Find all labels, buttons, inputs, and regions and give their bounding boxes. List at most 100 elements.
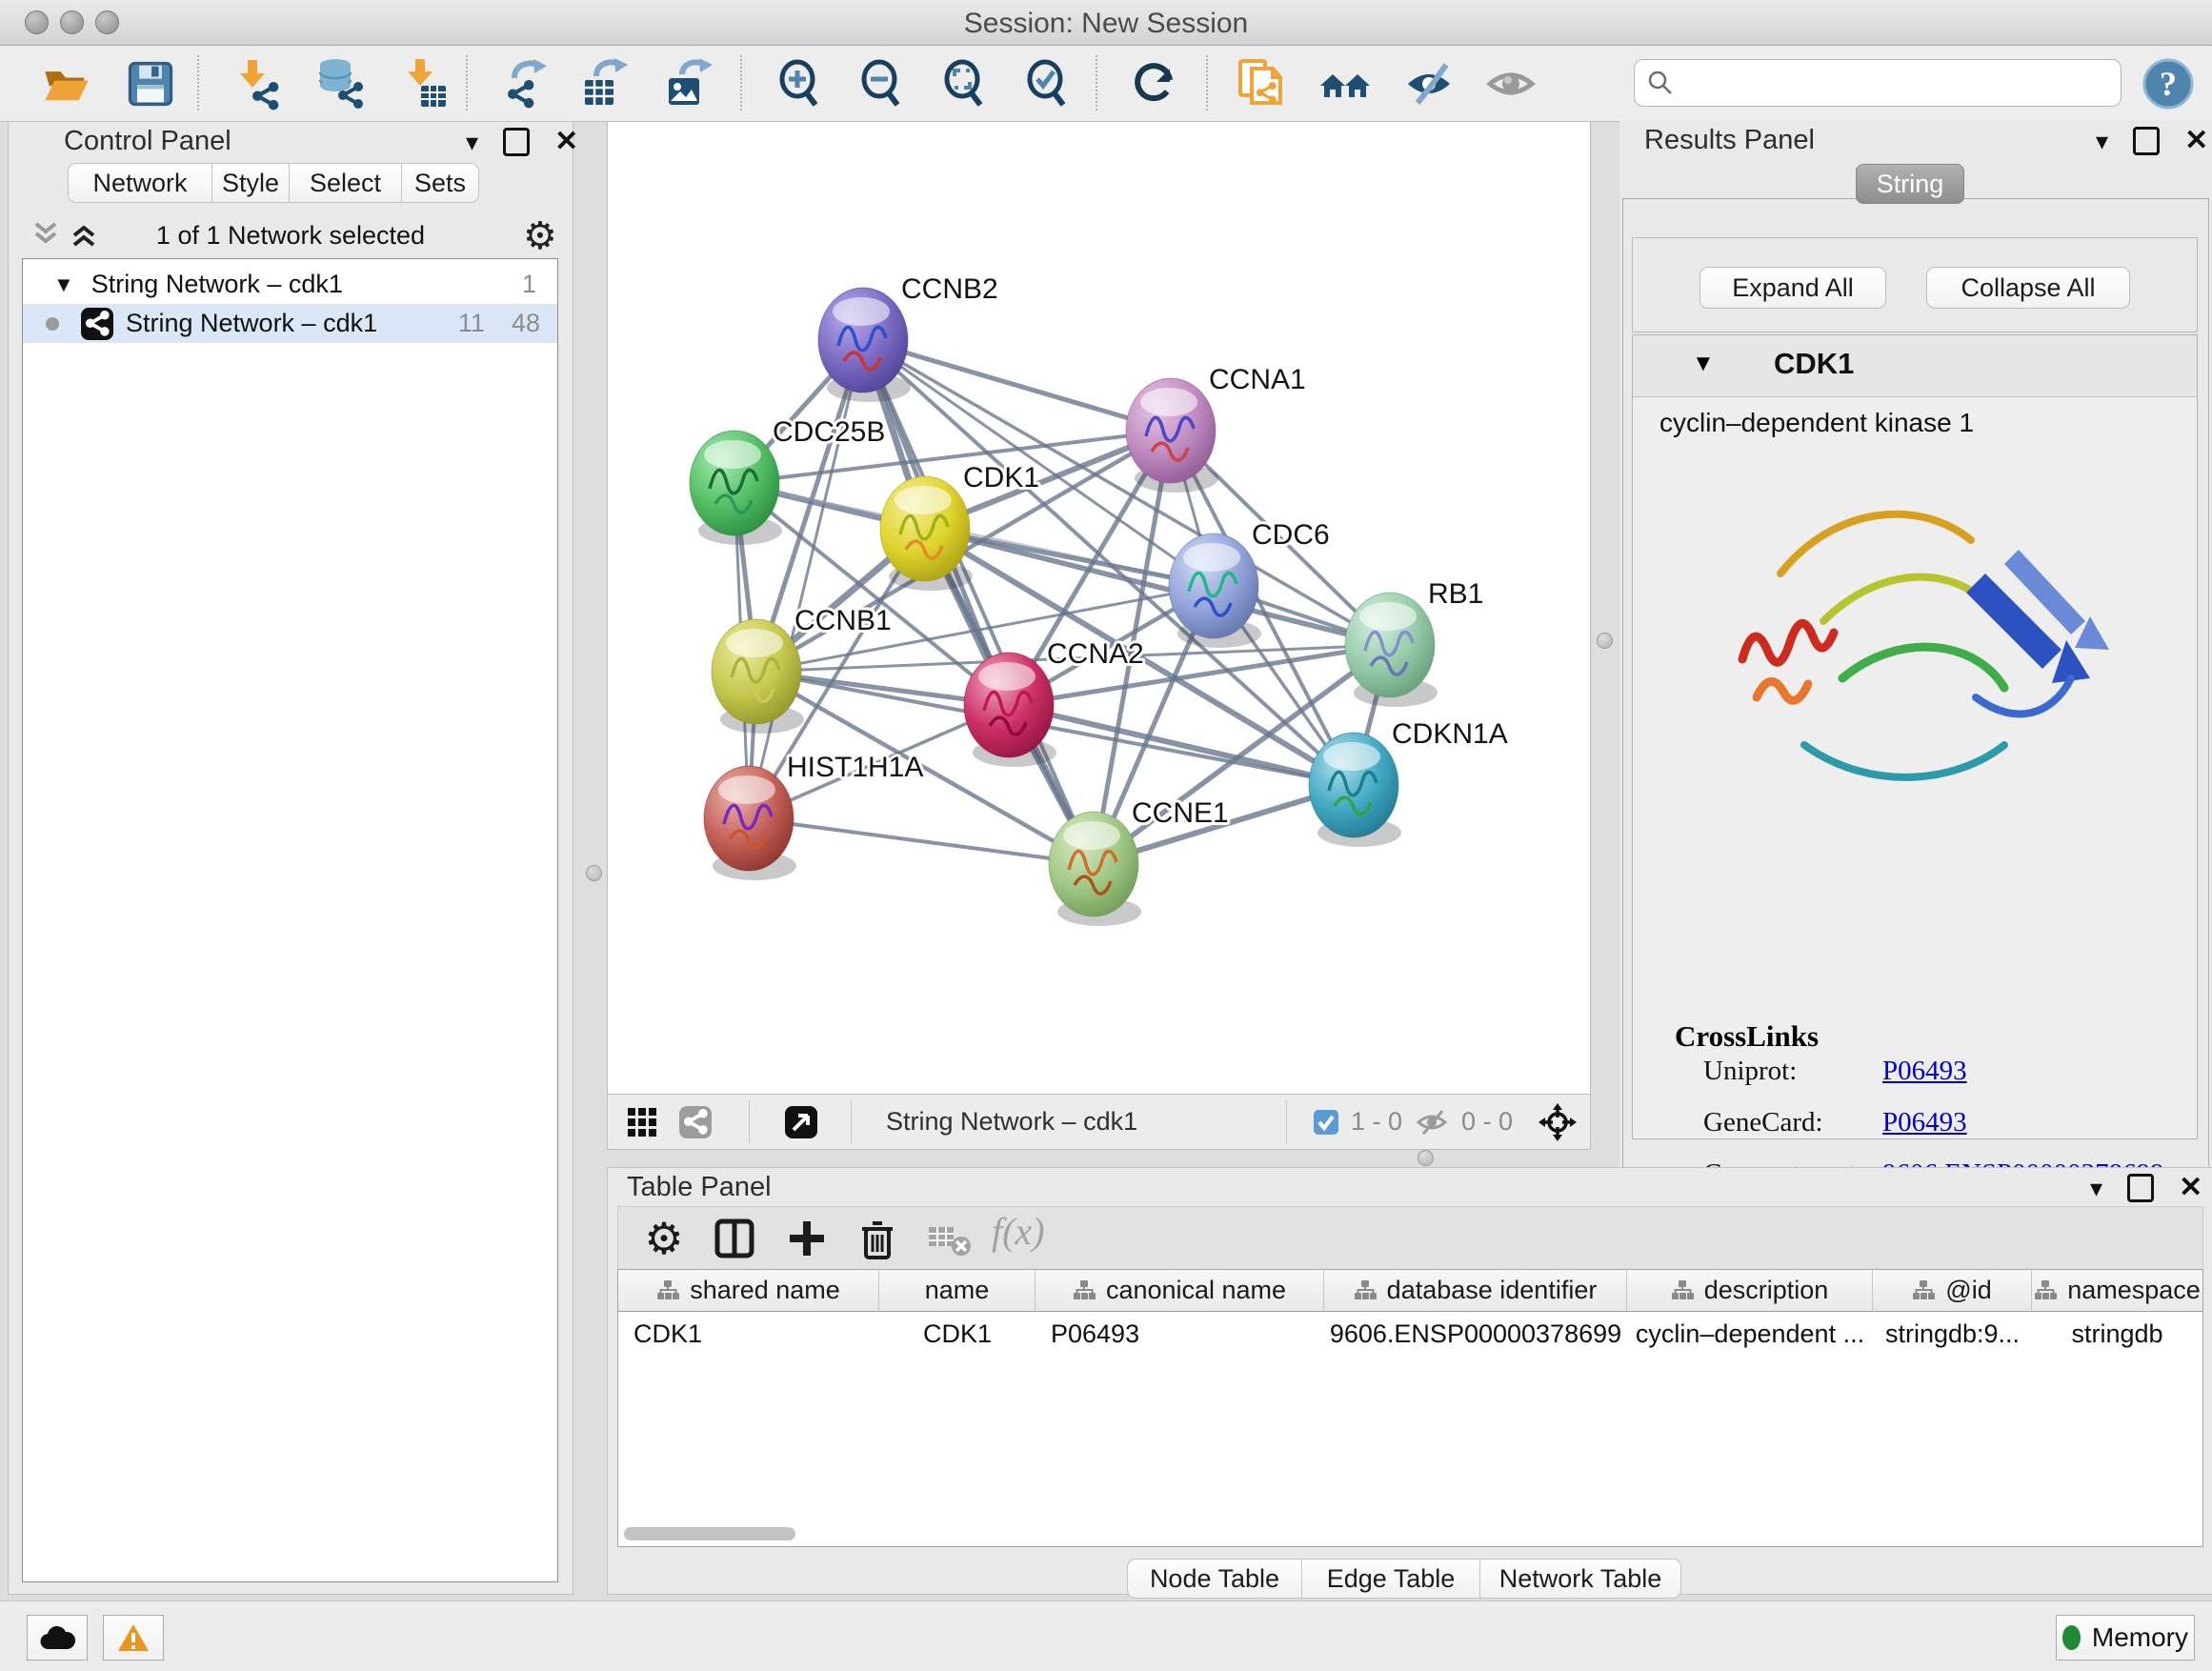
show-columns-button[interactable] [710,1214,759,1263]
results-tab-string[interactable]: String [1856,164,1964,204]
external-window-icon[interactable] [784,1105,818,1139]
card-expander-icon[interactable]: ▼ [1692,351,1715,377]
network-canvas[interactable]: CCNB2CCNA1CDC25BCDK1CDC6RB1CCNB1CCNA2CDK… [608,122,1588,1093]
protein-name: CDK1 [1774,347,1854,381]
panel-float-icon[interactable] [503,128,530,156]
eye-slash-button[interactable] [1402,57,1456,111]
tab-node-table[interactable]: Node Table [1127,1559,1302,1599]
expand-all-button[interactable]: Expand All [1699,267,1886,309]
network-collection-row[interactable]: ▼ String Network – cdk1 1 [23,265,557,304]
network-node-HIST1H1A[interactable]: HIST1H1A [704,752,923,880]
panel-menu-icon[interactable]: ▾ [466,130,478,154]
current-network-dot-icon [46,317,59,331]
tab-network-table[interactable]: Network Table [1479,1559,1681,1599]
fit-content-crosshair-icon[interactable] [1537,1101,1579,1143]
protein-card-header[interactable]: ▼ CDK1 [1633,335,2197,397]
memory-button[interactable]: Memory [2056,1615,2195,1661]
svg-text:HIST1H1A: HIST1H1A [787,752,923,783]
column-header[interactable]: description [1627,1270,1873,1312]
warnings-button[interactable] [103,1615,164,1661]
network-node-CDC6[interactable]: CDC6 [1169,519,1330,648]
panel-float-icon[interactable] [2133,127,2160,155]
zoom-fit-button[interactable] [938,57,992,111]
import-network-database-button[interactable] [312,57,366,111]
open-session-button[interactable] [40,57,93,111]
horizontal-scrollbar-thumb[interactable] [624,1527,795,1540]
network-node-CDK1[interactable]: CDK1 [880,462,1039,591]
tab-edge-table[interactable]: Edge Table [1301,1559,1480,1599]
export-table-button[interactable] [579,57,633,111]
cloud-status-button[interactable] [27,1615,88,1661]
memory-label: Memory [2092,1622,2188,1653]
panel-float-icon[interactable] [2127,1174,2154,1202]
network-row-selected[interactable]: String Network – cdk1 11 48 [23,304,557,343]
search-input[interactable] [1675,68,2121,99]
column-header[interactable]: shared name [618,1270,879,1312]
selected-checkbox-icon[interactable] [1313,1109,1339,1136]
export-image-button[interactable] [663,57,716,111]
network-node-CCNE1[interactable]: CCNE1 [1049,797,1229,926]
column-header[interactable]: database identifier [1324,1270,1627,1312]
delete-column-button[interactable] [853,1214,902,1263]
tab-network[interactable]: Network [68,163,212,203]
cell-name[interactable]: CDK1 [879,1312,1036,1356]
network-edge[interactable] [863,340,1094,864]
panel-menu-icon[interactable]: ▾ [2090,1176,2102,1200]
panel-close-icon[interactable]: ✕ [2184,127,2208,155]
panel-menu-icon[interactable]: ▾ [2096,129,2108,153]
column-header[interactable]: namespace [2032,1270,2202,1312]
panel-close-icon[interactable]: ✕ [554,128,578,156]
cell-database-identifier[interactable]: 9606.ENSP00000378699 [1324,1312,1627,1356]
svg-text:CCNA1: CCNA1 [1209,364,1306,395]
network-edge[interactable] [1009,705,1354,785]
vertical-splitter-handle[interactable] [1597,633,1613,649]
vertical-splitter-handle[interactable] [586,865,602,881]
refresh-layout-button[interactable] [1128,57,1181,111]
crosslink-link[interactable]: P06493 [1882,1107,1967,1138]
network-node-CDKN1A[interactable]: CDKN1A [1309,718,1508,847]
tab-select[interactable]: Select [289,163,402,203]
table-row[interactable]: CDK1 CDK1 P06493 9606.ENSP00000378699 cy… [618,1312,2202,1356]
birds-eye-grid-icon[interactable] [627,1107,657,1137]
table-options-gear-button[interactable]: ⚙ [639,1214,689,1263]
document-share-button[interactable] [1235,57,1288,111]
collapse-all-button[interactable]: Collapse All [1926,267,2130,309]
import-table-file-button[interactable] [398,57,452,111]
zoom-out-button[interactable] [855,57,909,111]
crosslink-label: Uniprot: [1703,1056,1797,1087]
cell-namespace[interactable]: stringdb [2032,1312,2202,1356]
panel-close-icon[interactable]: ✕ [2179,1174,2202,1202]
tree-expander-icon[interactable]: ▼ [53,272,74,297]
horizontal-splitter-handle[interactable] [1418,1150,1434,1166]
network-edge[interactable] [749,340,863,818]
import-network-file-button[interactable] [231,57,284,111]
eye-button[interactable] [1484,57,1538,111]
cell-description[interactable]: cyclin–dependent ... [1627,1312,1873,1356]
control-panel: Control Panel ▾ ✕ Network Style Select S… [8,121,573,1595]
zoom-in-button[interactable] [774,57,827,111]
help-button[interactable]: ? [2142,57,2195,111]
column-header[interactable]: name [879,1270,1036,1312]
column-header[interactable]: canonical name [1036,1270,1324,1312]
search-box [1634,59,2122,107]
tab-style[interactable]: Style [211,163,290,203]
network-node-CCNB1[interactable]: CCNB1 [712,605,892,734]
cell-shared-name[interactable]: CDK1 [618,1312,879,1356]
crosslink-link[interactable]: P06493 [1882,1056,1967,1087]
export-network-button[interactable] [499,57,553,111]
protein-description: cyclin–dependent kinase 1 [1659,408,1974,438]
string-tab-icon[interactable] [678,1105,713,1139]
network-options-gear-icon[interactable]: ⚙ [523,217,557,255]
home-button[interactable] [1318,57,1372,111]
cell-canonical-name[interactable]: P06493 [1036,1312,1324,1356]
add-column-button[interactable] [782,1214,832,1263]
cell-id[interactable]: stringdb:9... [1873,1312,2032,1356]
zoom-selected-button[interactable] [1021,57,1075,111]
network-node-RB1[interactable]: RB1 [1345,578,1483,707]
save-session-button[interactable] [124,57,177,111]
column-header[interactable]: @id [1873,1270,2032,1312]
network-edge[interactable] [749,818,1094,864]
control-panel-title: Control Panel [64,126,231,157]
tab-sets[interactable]: Sets [401,163,479,203]
network-node-CCNA2[interactable]: CCNA2 [964,638,1144,767]
